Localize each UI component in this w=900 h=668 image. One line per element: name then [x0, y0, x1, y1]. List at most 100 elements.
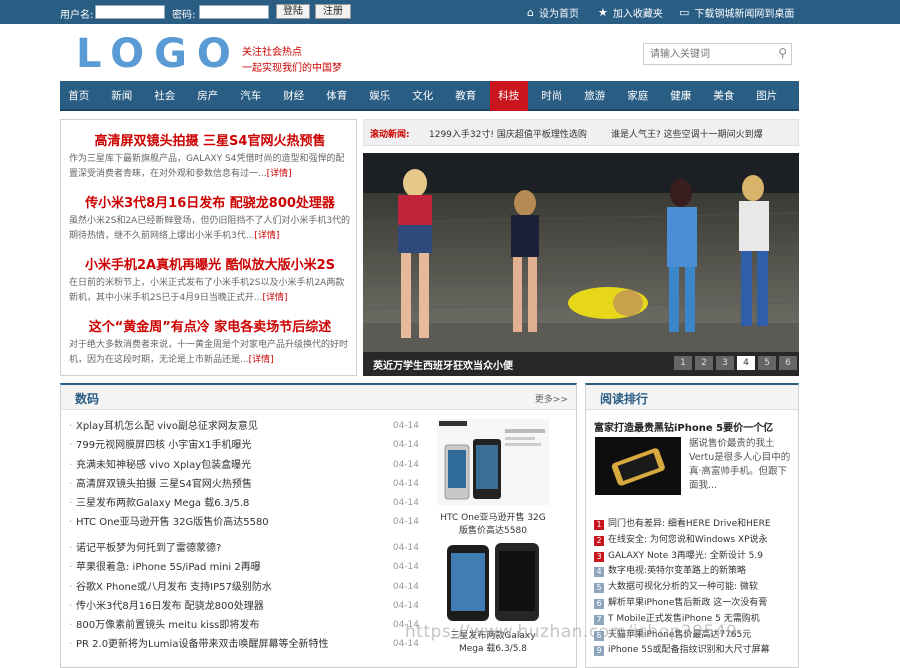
nav-item[interactable]: 新闻: [103, 81, 141, 111]
nav-item[interactable]: 房产: [189, 81, 227, 111]
nav-item[interactable]: 图片: [748, 81, 786, 111]
nav-item[interactable]: 教育: [447, 81, 485, 111]
headline-title[interactable]: 传小米3代8月16日发布 配骁龙800处理器: [69, 192, 351, 211]
news-thumb[interactable]: HTC One亚马逊开售 32G版售价高达5580: [437, 419, 549, 538]
ranking-item[interactable]: 9 iPhone 5S或配备指纹识别和大尺寸屏幕: [594, 643, 794, 659]
news-date: 04-14: [392, 421, 419, 431]
ranking-item[interactable]: 4 数字电视:英特尔变革路上的新策略: [594, 564, 794, 580]
headline-title[interactable]: 高清屏双镜头拍摄 三星S4官网火热预售: [69, 130, 351, 149]
featured-summary: 据说售价最贵的我土Vertu是很多人心目中的真·高富帅手机。但跟下面我...: [689, 438, 791, 491]
password-input[interactable]: [199, 5, 269, 19]
nav-item[interactable]: 健康: [662, 81, 700, 111]
ranking-item[interactable]: 5 大数据可视化分析的又一种可能: 微软: [594, 580, 794, 596]
news-title[interactable]: 充满未知神秘感 vivo Xplay包装盒曝光: [76, 460, 251, 471]
add-favorite-link[interactable]: ★ 加入收藏夹: [598, 5, 663, 20]
ranking-title[interactable]: 解析苹果iPhone售后新政 这一次没有膏: [608, 598, 767, 608]
news-title[interactable]: 谷歌X Phone或八月发布 支持IP57级别防水: [76, 582, 272, 593]
ranking-title[interactable]: GALAXY Note 3再曝光: 全新设计 5.9: [608, 551, 763, 561]
news-list-item[interactable]: 799元视网膜屏四核 小宇宙X1手机曝光 04-14: [69, 436, 419, 456]
username-input[interactable]: [95, 5, 165, 19]
nav-item[interactable]: 娱乐: [361, 81, 399, 111]
slider-page-button[interactable]: 1: [674, 356, 692, 370]
site-logo[interactable]: LOGO: [76, 31, 241, 77]
news-list-item[interactable]: 传小米3代8月16日发布 配骁龙800处理器 04-14: [69, 597, 419, 617]
featured-image[interactable]: [595, 437, 681, 495]
news-title[interactable]: 苹果很着急: iPhone 5S/iPad mini 2再曝: [76, 562, 261, 573]
ranking-title[interactable]: 同门也有差异: 细看HERE Drive和HERE: [608, 519, 771, 529]
download-desktop-label: 下载钢城新闻网到桌面: [694, 9, 795, 20]
news-title[interactable]: 799元视网膜屏四核 小宇宙X1手机曝光: [76, 440, 251, 451]
news-title[interactable]: PR 2.0更新将为Lumia设备带来双击唤醒屏幕等全新特性: [76, 639, 328, 650]
nav-item[interactable]: 文化: [404, 81, 442, 111]
nav-item[interactable]: 财经: [275, 81, 313, 111]
username-label: 用户名:: [60, 10, 94, 21]
search-input[interactable]: [644, 44, 769, 64]
news-list-item[interactable]: 高清屏双镜头拍摄 三星S4官网火热预售 04-14: [69, 475, 419, 495]
news-list-item[interactable]: PR 2.0更新将为Lumia设备带来双击唤醒屏幕等全新特性04-14: [69, 635, 419, 655]
news-title[interactable]: 诺记平板梦为何托到了雷德蒙德?: [76, 543, 221, 554]
slider-page-button[interactable]: 6: [779, 356, 797, 370]
nav-item[interactable]: 社会: [146, 81, 184, 111]
nav-item[interactable]: 时尚: [533, 81, 571, 111]
nav-item[interactable]: 汽车: [232, 81, 270, 111]
phone-thumb-image: [437, 543, 549, 623]
news-list-item[interactable]: 充满未知神秘感 vivo Xplay包装盒曝光 04-14: [69, 456, 419, 476]
ranking-item[interactable]: 1 同门也有差异: 细看HERE Drive和HERE: [594, 517, 794, 533]
nav-item[interactable]: 科技: [490, 81, 528, 111]
rank-number: 1: [594, 520, 604, 530]
rolling-news-item[interactable]: 1299入手32寸! 国庆超值平板理性选购: [429, 127, 587, 140]
ranking-item[interactable]: 2 在线安全: 为何您说和Windows XP说永: [594, 533, 794, 549]
headline-title[interactable]: 小米手机2A真机再曝光 酷似放大版小米2S: [69, 254, 351, 273]
news-list-item[interactable]: 诺记平板梦为何托到了雷德蒙德? 04-14: [69, 539, 419, 559]
news-list-item[interactable]: Xplay耳机怎么配 vivo副总征求网友意见 04-14: [69, 417, 419, 437]
ranking-title[interactable]: 在线安全: 为何您说和Windows XP说永: [608, 535, 768, 545]
slider-page-button[interactable]: 3: [716, 356, 734, 370]
news-title[interactable]: Xplay耳机怎么配 vivo副总征求网友意见: [76, 421, 258, 432]
news-title[interactable]: HTC One亚马逊开售 32G版售价高达5580: [76, 517, 269, 528]
nav-item[interactable]: 美食: [705, 81, 743, 111]
ranking-title[interactable]: 大数据可视化分析的又一种可能: 微软: [608, 582, 758, 592]
featured-title[interactable]: 富家打造最贵黑钻iPhone 5要价一个亿: [594, 419, 773, 434]
detail-link[interactable]: [详情]: [249, 355, 274, 365]
download-desktop-link[interactable]: ▭ 下载钢城新闻网到桌面: [679, 5, 794, 20]
rolling-news-item[interactable]: 谁是人气王? 这些空调十一期间火到爆: [611, 127, 763, 140]
ranking-header: 阅读排行: [586, 385, 798, 410]
news-list-item[interactable]: HTC One亚马逊开售 32G版售价高达5580 04-14: [69, 513, 419, 533]
news-date: 04-14: [392, 581, 419, 592]
rank-number: 3: [594, 551, 604, 562]
ranking-item[interactable]: 6 解析苹果iPhone售后新政 这一次没有膏: [594, 596, 794, 612]
search-icon[interactable]: ⚲: [778, 46, 787, 60]
login-button[interactable]: 登陆: [276, 4, 310, 19]
news-date: 04-14: [392, 498, 419, 509]
news-list-item[interactable]: 苹果很着急: iPhone 5S/iPad mini 2再曝 04-14: [69, 558, 419, 578]
news-title[interactable]: 800万像素前置镜头 meitu kiss即将发布: [76, 620, 259, 631]
detail-link[interactable]: [详情]: [267, 169, 292, 179]
nav-item[interactable]: 体育: [318, 81, 356, 111]
news-list-item[interactable]: 谷歌X Phone或八月发布 支持IP57级别防水 04-14: [69, 578, 419, 598]
news-date: 04-14: [392, 562, 419, 573]
news-title[interactable]: 三星发布两款Galaxy Mega 载6.3/5.8: [76, 498, 249, 509]
thumb-caption[interactable]: HTC One亚马逊开售 32G版售价高达5580: [437, 512, 549, 538]
slider-page-button[interactable]: 4: [737, 356, 755, 370]
slider-page-button[interactable]: 5: [758, 356, 776, 370]
news-date: 04-14: [392, 543, 419, 553]
news-list-item[interactable]: 三星发布两款Galaxy Mega 载6.3/5.8 04-14: [69, 494, 419, 514]
detail-link[interactable]: [详情]: [262, 293, 287, 303]
nav-item[interactable]: 首页: [60, 81, 98, 111]
photo-slider[interactable]: 英近万学生西班牙狂欢当众小便 123456: [363, 153, 799, 376]
register-button[interactable]: 注册: [315, 4, 351, 19]
headline-title[interactable]: 这个“黄金周”有点冷 家电各卖场节后综述: [69, 316, 351, 335]
news-title[interactable]: 传小米3代8月16日发布 配骁龙800处理器: [76, 601, 264, 612]
nav-item[interactable]: 旅游: [576, 81, 614, 111]
slider-page-button[interactable]: 2: [695, 356, 713, 370]
ranking-title[interactable]: iPhone 5S或配备指纹识别和大尺寸屏幕: [608, 645, 770, 655]
news-title[interactable]: 高清屏双镜头拍摄 三星S4官网火热预售: [76, 479, 252, 490]
news-list-item[interactable]: 800万像素前置镜头 meitu kiss即将发布04-14: [69, 616, 419, 636]
nav-item[interactable]: 家庭: [619, 81, 657, 111]
ranking-title[interactable]: 数字电视:英特尔变革路上的新策略: [608, 566, 746, 576]
set-homepage-link[interactable]: ⌂ 设为首页: [527, 5, 579, 20]
slider-caption[interactable]: 英近万学生西班牙狂欢当众小便: [373, 357, 513, 372]
detail-link[interactable]: [详情]: [254, 231, 279, 241]
more-link[interactable]: 更多>>: [535, 392, 568, 405]
ranking-item[interactable]: 3 GALAXY Note 3再曝光: 全新设计 5.9: [594, 549, 794, 565]
